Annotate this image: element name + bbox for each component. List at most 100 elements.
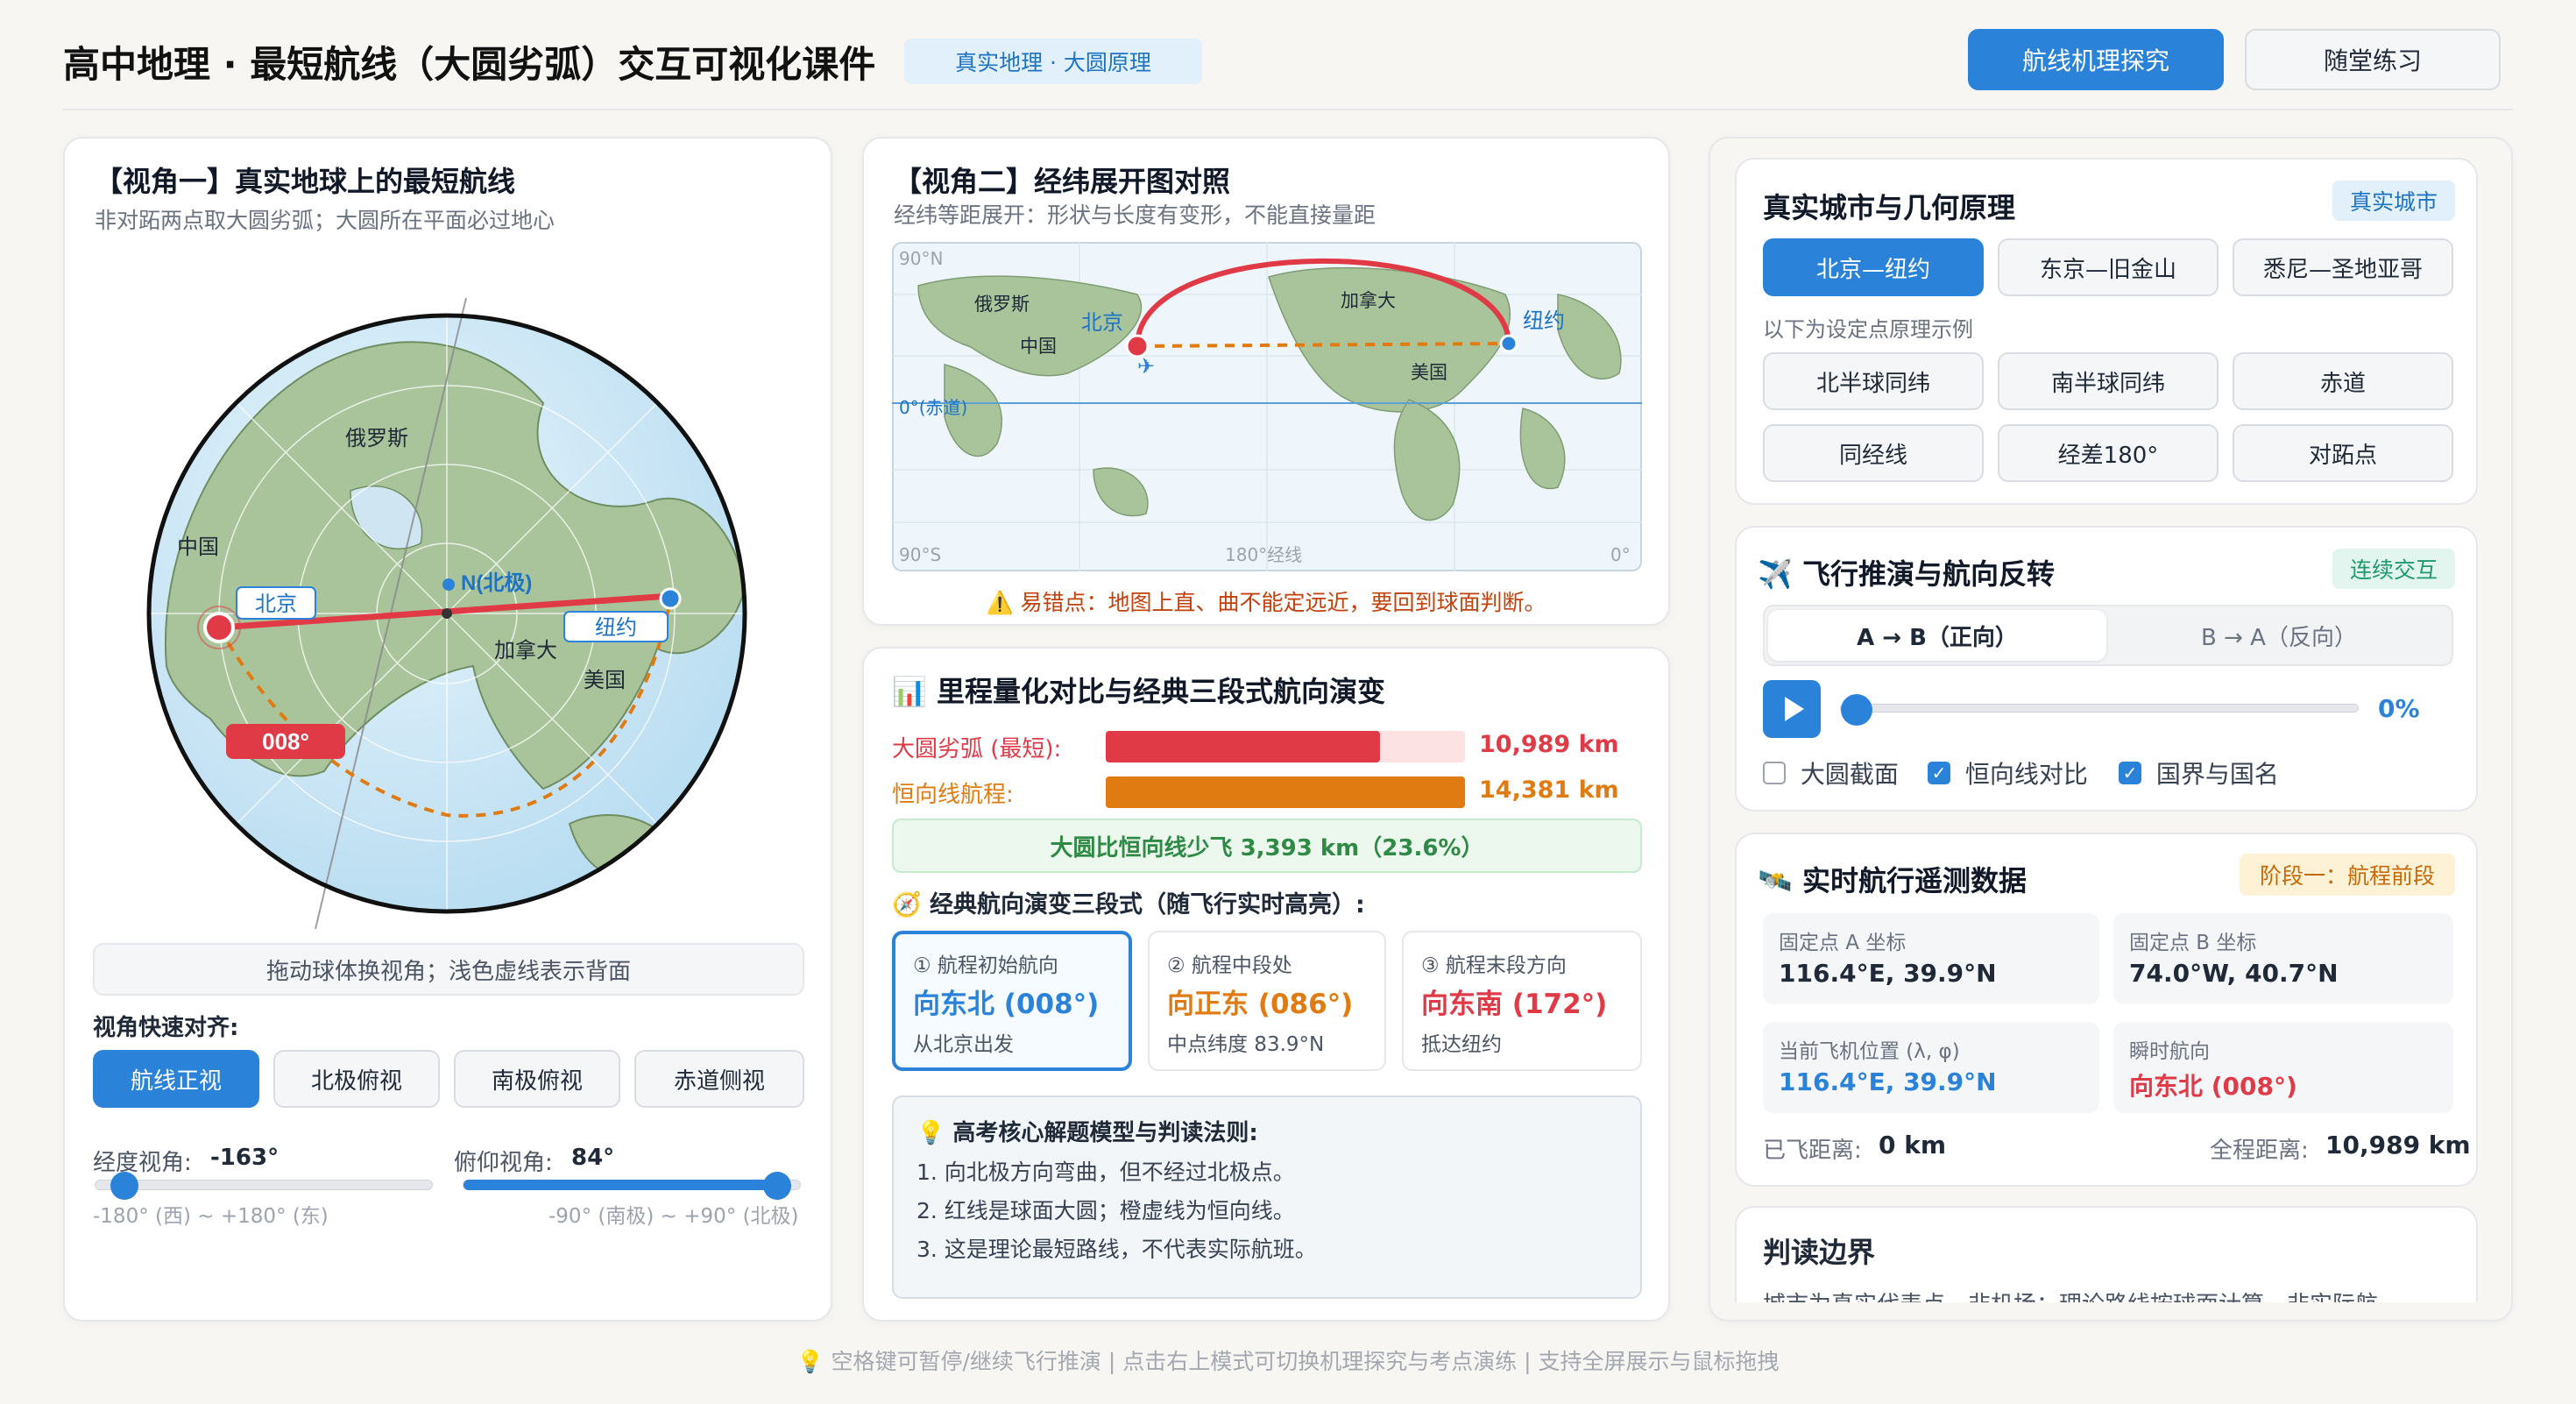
border-checkbox[interactable]: ✓ — [2119, 762, 2141, 784]
stage-3-value: 向东南 (172°) — [1421, 989, 1608, 1020]
city-tokyo-sf-button[interactable]: 东京—旧金山 — [1998, 238, 2219, 296]
section-label: 大圆截面 — [1800, 760, 1899, 789]
city-sydney-santiago-button[interactable]: 悉尼—圣地亚哥 — [2233, 238, 2453, 296]
boundary-text: 城市为真实代表点，非机场；理论路线按球面计算，非实际航 — [1763, 1287, 2378, 1302]
map-label-china: 中国 — [1020, 336, 1057, 357]
telemetry-heading: 瞬时航向 向东北 (008°) — [2113, 1022, 2453, 1113]
gc-value: 10,989 km — [1479, 731, 1619, 758]
lon-range: -180° (西) ~ +180° (东) — [93, 1205, 329, 1228]
flight-panel-title: ✈️ 飞行推演与航向反转 — [1758, 557, 2055, 591]
rule-3: 3. 这是理论最短路线，不代表实际航班。 — [916, 1237, 1317, 1262]
stage-card-2[interactable]: ② 航程中段处 向正东 (086°) 中点纬度 83.9°N — [1148, 931, 1386, 1071]
page-title: 高中地理 · 最短航线（大圆劣弧）交互可视化课件 — [63, 43, 876, 86]
view-route-button[interactable]: 航线正视 — [93, 1050, 259, 1108]
principle-north-same-lat-button[interactable]: 北半球同纬 — [1763, 352, 1984, 410]
lon-value: -163° — [210, 1145, 280, 1171]
phase-tag: 阶段一：航程前段 — [2240, 854, 2455, 896]
option-rhumb[interactable]: ✓ 恒向线对比 — [1928, 755, 2088, 791]
section-checkbox[interactable] — [1763, 762, 1786, 784]
mode-explore-button[interactable]: 航线机理探究 — [1968, 29, 2224, 90]
header-divider — [63, 109, 2513, 110]
rules-box: 💡 高考核心解题模型与判读法则: 1. 向北极方向弯曲，但不经过北极点。 2. … — [892, 1096, 1642, 1299]
lon-slider-knob[interactable] — [110, 1172, 138, 1200]
city-beijing-newyork-button[interactable]: 北京—纽约 — [1763, 238, 1984, 296]
tilt-slider-track[interactable] — [463, 1172, 801, 1200]
map-panel-title: 【视角二】经纬展开图对照 — [894, 165, 1231, 198]
stage-2-label: ② 航程中段处 — [1167, 954, 1292, 977]
play-icon — [1785, 697, 1804, 721]
globe-label-north-pole: N(北极) — [461, 571, 532, 595]
globe-panel-subtitle: 非对跖两点取大圆劣弧；大圆所在平面必过地心 — [95, 208, 556, 233]
boundary-title: 判读边界 — [1763, 1236, 1876, 1269]
quick-align-label: 视角快速对齐: — [93, 1015, 239, 1041]
principle-antipode-button[interactable]: 对跖点 — [2233, 424, 2453, 482]
globe-label-usa: 美国 — [584, 669, 626, 692]
map-label-90s: 90°S — [899, 544, 941, 565]
globe-label-china: 中国 — [177, 535, 219, 559]
progress-knob[interactable] — [1841, 694, 1872, 726]
view-south-button[interactable]: 南极俯视 — [454, 1050, 620, 1108]
map-label-beijing: 北京 — [1081, 310, 1123, 335]
rhumb-checkbox[interactable]: ✓ — [1928, 762, 1950, 784]
map-label-90n: 90°N — [899, 248, 943, 269]
stage-2-note: 中点纬度 83.9°N — [1167, 1033, 1325, 1056]
stage-1-value: 向东北 (008°) — [913, 989, 1100, 1020]
plane-icon: ✈ — [1137, 354, 1155, 379]
a-value: 116.4°E, 39.9°N — [1779, 959, 1997, 988]
globe-label-russia: 俄罗斯 — [345, 427, 408, 450]
direction-forward-button[interactable]: A → B（正向） — [1768, 610, 2106, 661]
map-warning: ⚠️ 易错点：地图上直、曲不能定远近，要回到球面判断。 — [986, 590, 1546, 615]
cities-tag: 真实城市 — [2332, 181, 2455, 221]
globe-label-beijing: 北京 — [255, 592, 297, 616]
tilt-label: 俯仰视角: — [454, 1150, 553, 1176]
pos-label: 当前飞机位置 (λ, φ) — [1779, 1040, 1960, 1063]
view-equator-button[interactable]: 赤道侧视 — [634, 1050, 804, 1108]
flat-map[interactable]: ✈ 90°N 0°(赤道) 90°S 180°经线 0° 俄罗斯 中国 北京 加… — [892, 242, 1642, 571]
map-label-equator: 0°(赤道) — [899, 397, 967, 418]
boundary-panel-viewport[interactable]: 判读边界 城市为真实代表点，非机场；理论路线按球面计算，非实际航 — [1735, 1206, 2478, 1302]
globe-view[interactable]: 俄罗斯 中国 N(北极) 北京 纽约 加拿大 美国 008° — [131, 298, 762, 929]
direction-reverse-button[interactable]: B → A（反向） — [2110, 610, 2448, 661]
rule-2: 2. 红线是球面大圆；橙虚线为恒向线。 — [916, 1198, 1295, 1223]
gc-bar-track — [1106, 731, 1465, 762]
total-value: 10,989 km — [2325, 1131, 2471, 1159]
option-border[interactable]: ✓ 国界与国名 — [2119, 755, 2279, 791]
heading-badge-text: 008° — [262, 728, 309, 755]
total-label: 全程距离: — [2210, 1138, 2309, 1164]
stage-card-1[interactable]: ① 航程初始航向 向东北 (008°) 从北京出发 — [892, 931, 1132, 1071]
lon-slider-track[interactable] — [95, 1172, 433, 1200]
rh-label: 恒向线航程: — [892, 782, 1014, 808]
tilt-slider-fill — [464, 1180, 791, 1190]
map-label-0: 0° — [1610, 544, 1631, 565]
stage-card-3[interactable]: ③ 航程末段方向 向东南 (172°) 抵达纽约 — [1402, 931, 1642, 1071]
telemetry-a: 固定点 A 坐标 116.4°E, 39.9°N — [1763, 913, 2099, 1004]
map-newyork-marker — [1499, 334, 1518, 353]
tilt-value: 84° — [571, 1145, 615, 1171]
principle-equator-button[interactable]: 赤道 — [2233, 352, 2453, 410]
stages-title: 🧭 经典航向演变三段式（随飞行实时高亮）: — [892, 891, 1365, 918]
map-label-usa: 美国 — [1411, 362, 1447, 383]
stage-2-value: 向正东 (086°) — [1167, 989, 1354, 1020]
progress-track[interactable] — [1840, 694, 2359, 726]
mode-practice-button[interactable]: 随堂练习 — [2245, 29, 2501, 90]
play-button[interactable] — [1763, 680, 1821, 738]
map-label-newyork: 纽约 — [1523, 308, 1565, 333]
principle-same-meridian-button[interactable]: 同经线 — [1763, 424, 1984, 482]
rules-title: 💡 高考核心解题模型与判读法则: — [916, 1120, 1258, 1146]
cities-panel-title: 真实城市与几何原理 — [1763, 191, 2016, 224]
principle-lon-diff-180-button[interactable]: 经差180° — [1998, 424, 2219, 482]
footer-hint: 💡 空格键可暂停/继续飞行推演 | 点击右上模式可切换机理探究与考点演练 | 支… — [796, 1349, 1780, 1374]
option-section[interactable]: 大圆截面 — [1763, 755, 1899, 791]
hdg-value: 向东北 (008°) — [2129, 1072, 2297, 1101]
progress-value: 0% — [2378, 694, 2420, 723]
distance-panel-title: 📊 里程量化对比与经典三段式航向演变 — [892, 675, 1385, 708]
view-north-button[interactable]: 北极俯视 — [273, 1050, 440, 1108]
gc-bar-fill — [1106, 731, 1380, 762]
earth-center — [442, 608, 452, 619]
stage-3-label: ③ 航程末段方向 — [1421, 954, 1567, 977]
rh-bar-fill — [1106, 776, 1465, 808]
principle-south-same-lat-button[interactable]: 南半球同纬 — [1998, 352, 2219, 410]
map-label-canada: 加拿大 — [1341, 290, 1396, 311]
b-label: 固定点 B 坐标 — [2129, 932, 2257, 954]
boundary-panel: 判读边界 城市为真实代表点，非机场；理论路线按球面计算，非实际航 — [1735, 1206, 2478, 1302]
